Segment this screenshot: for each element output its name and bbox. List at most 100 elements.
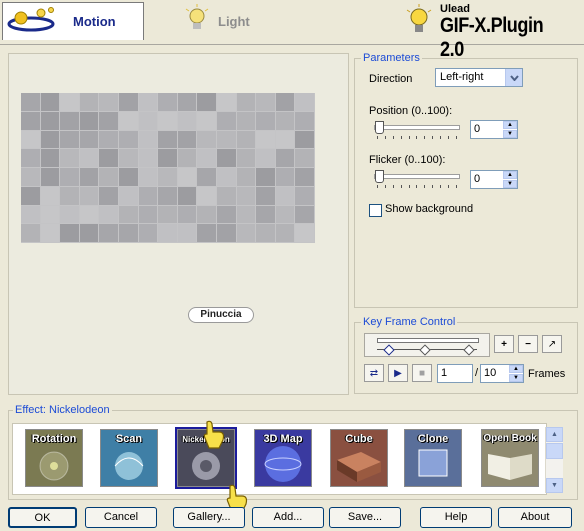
scroll-up-icon[interactable]: ▲ — [546, 427, 563, 442]
preview-tile — [275, 168, 296, 187]
preview-tile — [295, 224, 315, 243]
ok-button[interactable]: OK — [8, 507, 77, 528]
keyframe-marker[interactable] — [463, 344, 475, 356]
flicker-label: Flicker (0..100): — [369, 154, 446, 166]
flicker-slider-thumb[interactable] — [375, 170, 384, 183]
preview-tile — [40, 130, 61, 150]
spin-down-icon[interactable]: ▼ — [503, 130, 517, 138]
effect-label: Scan — [115, 433, 143, 445]
about-button[interactable]: About — [498, 507, 572, 528]
preview-tile — [217, 93, 237, 112]
preview-tile — [197, 93, 217, 112]
direction-value: Left-right — [440, 71, 484, 83]
preview-tile — [217, 130, 237, 150]
keyframe-marker[interactable] — [419, 344, 431, 356]
preview-tile — [236, 205, 257, 225]
position-slider[interactable] — [374, 121, 460, 141]
total-frames-spinbox[interactable]: 10 ▲ ▼ — [480, 364, 524, 383]
remove-keyframe-icon[interactable]: − — [518, 335, 538, 353]
preview-tile — [158, 186, 178, 206]
play-icon[interactable]: ▶ — [388, 364, 408, 382]
preview-tile — [60, 149, 80, 168]
swap-direction-icon[interactable]: ⇄ — [364, 364, 384, 382]
preview-tile — [177, 130, 198, 150]
chevron-down-icon[interactable] — [505, 69, 522, 86]
total-frames-value: 10 — [484, 367, 497, 379]
direction-label: Direction — [369, 73, 413, 85]
preview-tile — [158, 111, 178, 131]
preview-tile — [275, 186, 296, 206]
preview-tile — [236, 111, 257, 131]
position-spinbox[interactable]: 0 ▲ ▼ — [470, 120, 518, 139]
scroll-down-icon[interactable]: ▼ — [546, 478, 563, 493]
preview-tile — [40, 205, 61, 225]
show-background-checkbox[interactable] — [369, 204, 382, 217]
effect-clone[interactable]: Clone — [404, 429, 462, 487]
gallery-button[interactable]: Gallery... — [173, 507, 245, 528]
preview-tile — [99, 93, 119, 112]
preview-tile — [60, 205, 80, 225]
keyframe-marker[interactable] — [383, 344, 395, 356]
spin-down-icon[interactable]: ▼ — [503, 180, 517, 188]
preview-tile — [21, 168, 41, 187]
motion-icon — [7, 6, 55, 31]
effect-3d-map[interactable]: 3D Map — [254, 429, 312, 487]
flicker-slider[interactable] — [374, 170, 460, 190]
preview-tile — [197, 186, 217, 206]
preview-tile — [177, 186, 198, 206]
spin-up-icon[interactable]: ▲ — [503, 171, 517, 179]
effect-open-book[interactable]: Open Book — [481, 429, 539, 487]
preview-tile — [21, 149, 41, 168]
preview-tile — [79, 149, 100, 168]
preview-tile — [158, 224, 178, 243]
flicker-spinbox[interactable]: 0 ▲ ▼ — [470, 170, 518, 189]
scroll-thumb[interactable] — [546, 443, 563, 459]
effects-scrollbar[interactable]: ▲ ▼ — [545, 427, 563, 493]
show-background-label: Show background — [385, 203, 474, 215]
preview-tile — [177, 149, 198, 168]
preview-tile — [275, 93, 296, 112]
preview-tile — [119, 149, 139, 168]
cancel-button[interactable]: Cancel — [85, 507, 157, 528]
direction-select[interactable]: Left-right — [435, 68, 523, 87]
stop-icon[interactable]: ■ — [412, 364, 432, 382]
effect-scan[interactable]: Scan — [100, 429, 158, 487]
frame-separator: / — [475, 367, 479, 379]
position-slider-thumb[interactable] — [375, 121, 384, 134]
help-button[interactable]: Help — [420, 507, 492, 528]
preview-tile — [236, 186, 257, 206]
spin-up-icon[interactable]: ▲ — [509, 365, 523, 373]
add-button[interactable]: Add... — [252, 507, 324, 528]
spin-down-icon[interactable]: ▼ — [509, 374, 523, 382]
spin-up-icon[interactable]: ▲ — [503, 121, 517, 129]
flicker-slider-ticks — [377, 185, 457, 188]
effect-rotation[interactable]: Rotation — [25, 429, 83, 487]
keyframe-timeline[interactable] — [364, 333, 490, 357]
preview-tile — [138, 93, 159, 112]
preview-tile — [236, 93, 257, 112]
preview-tile — [295, 168, 315, 187]
flicker-slider-track — [374, 174, 460, 179]
preview-tile — [21, 111, 41, 131]
preview-tile — [40, 93, 61, 112]
preview-tile — [217, 224, 237, 243]
preview-tile — [40, 149, 61, 168]
effect-cube[interactable]: Cube — [330, 429, 388, 487]
preview-tile — [295, 111, 315, 131]
preview-tile — [79, 224, 100, 243]
preview-tile — [99, 149, 119, 168]
preview-tile — [21, 205, 41, 225]
reverse-keyframe-icon[interactable]: ↗ — [542, 335, 562, 353]
add-keyframe-icon[interactable]: + — [494, 335, 514, 353]
current-frame-input[interactable]: 1 — [437, 364, 473, 383]
preview-tile — [197, 149, 217, 168]
tab-light[interactable]: Light — [146, 2, 288, 40]
save-button[interactable]: Save... — [329, 507, 401, 528]
preview-tile — [177, 93, 198, 112]
preview-tile — [40, 186, 61, 206]
preview-tile — [256, 205, 276, 225]
tab-motion[interactable]: Motion — [2, 2, 144, 40]
preview-tile — [21, 186, 41, 206]
preview-tile — [256, 224, 276, 243]
preview-tile — [275, 149, 296, 168]
